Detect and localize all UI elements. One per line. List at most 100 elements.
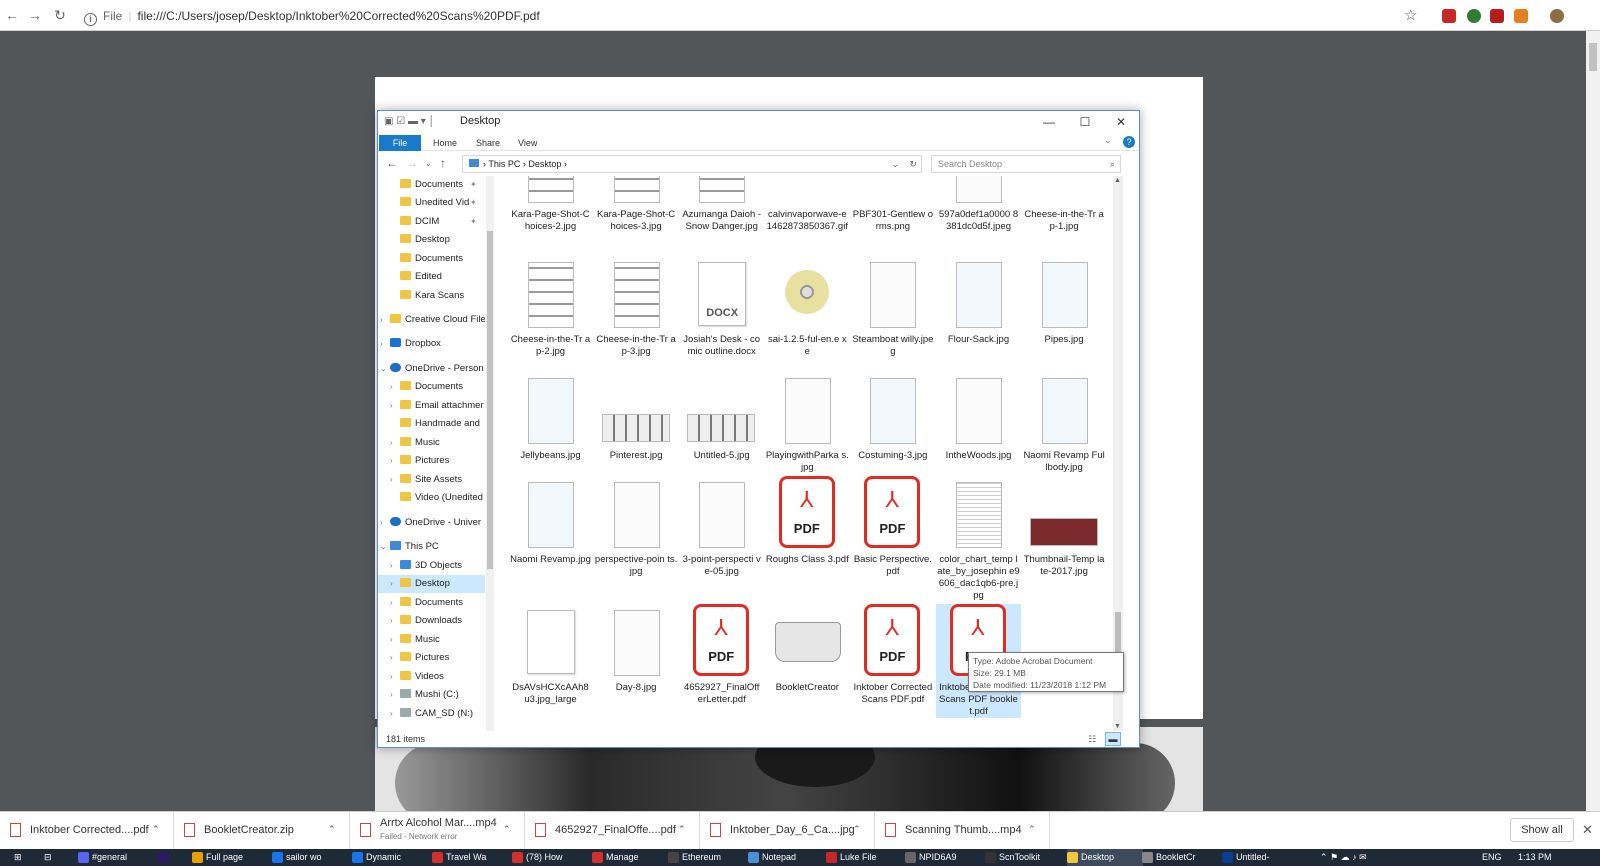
taskbar-item[interactable]: Travel Wa — [432, 849, 508, 866]
nav-item[interactable]: Video (Unedited — [378, 489, 485, 507]
nav-item[interactable]: › 3D Objects — [378, 557, 485, 575]
nav-item[interactable]: ⌄ OneDrive - Person — [378, 360, 485, 378]
file-item[interactable]: ⅄ PDF Roughs Class 3.pdf — [765, 476, 850, 566]
up-icon[interactable]: ↑ — [440, 156, 446, 170]
download-menu-chevron-icon[interactable]: ⌃ — [1028, 824, 1036, 835]
expand-chevron-icon[interactable]: ⌄ — [380, 360, 390, 378]
forward-icon[interactable]: → — [27, 7, 43, 23]
taskbar-item[interactable]: Ethereum — [668, 849, 744, 866]
expand-chevron-icon[interactable]: › — [390, 378, 400, 396]
file-item[interactable]: Jellybeans.jpg — [508, 372, 593, 462]
file-item[interactable]: DsAVsHCXcAAh8 u3.jpg_large — [508, 604, 593, 706]
nav-item[interactable]: ⌄ This PC — [378, 538, 485, 556]
help-icon[interactable]: ? — [1123, 136, 1135, 148]
expand-chevron-icon[interactable]: › — [390, 575, 400, 593]
download-item[interactable]: 4652927_FinalOffe....pdf ⌃ — [525, 812, 700, 850]
taskbar-item[interactable]: NPID6A9 — [905, 849, 981, 866]
nav-item[interactable]: Unedited Vid ✦ — [378, 194, 485, 212]
tab-file[interactable]: File — [379, 135, 421, 151]
file-item[interactable]: Kara-Page-Shot-Choices-3.jpg — [594, 176, 679, 233]
extension-icon-ublock[interactable] — [1490, 9, 1504, 23]
file-item[interactable]: Costuming-3.jpg — [850, 372, 935, 462]
expand-chevron-icon[interactable]: › — [390, 557, 400, 575]
download-item[interactable]: Inktober Corrected....pdf ⌃ — [0, 812, 174, 850]
expand-chevron-icon[interactable]: › — [390, 471, 400, 489]
file-item[interactable]: sai-1.2.5-ful-en.e xe — [765, 256, 850, 358]
nav-item[interactable]: › CAM_SD (N:) — [378, 705, 485, 723]
nav-item[interactable]: › Mushi (C:) — [378, 686, 485, 704]
details-view-icon[interactable]: ☷ — [1088, 731, 1096, 747]
expand-chevron-icon[interactable]: › — [390, 631, 400, 649]
task-view-icon[interactable]: ⊟ — [44, 849, 52, 866]
file-item[interactable]: Pipes.jpg — [1022, 256, 1107, 346]
nav-item[interactable]: › Site Assets — [378, 471, 485, 489]
breadcrumb-this-pc[interactable]: This PC — [488, 159, 520, 169]
taskbar-item[interactable]: Full page — [192, 849, 268, 866]
file-item[interactable]: IntheWoods.jpg — [936, 372, 1021, 462]
taskbar-item[interactable]: Luke File — [826, 849, 902, 866]
file-item[interactable]: Thumbnail-Temp late-2017.jpg — [1022, 476, 1107, 578]
taskbar-item[interactable]: #general — [78, 849, 154, 866]
breadcrumb-desktop[interactable]: Desktop — [528, 159, 561, 169]
nav-item[interactable]: › Documents — [378, 378, 485, 396]
extension-icon-lastpass[interactable] — [1442, 9, 1456, 23]
expand-chevron-icon[interactable]: › — [380, 311, 390, 329]
ribbon-expand-icon[interactable]: ⌄ — [1104, 135, 1112, 146]
expand-chevron-icon[interactable]: › — [390, 397, 400, 415]
show-all-button[interactable]: Show all — [1510, 818, 1574, 842]
file-item[interactable]: Pinterest.jpg — [594, 372, 679, 462]
back-icon[interactable]: ← — [386, 156, 398, 170]
address-bar[interactable]: i File | file:///C:/Users/josep/Desktop/Ink… — [84, 6, 1410, 26]
nav-item[interactable]: Kara Scans — [378, 287, 485, 305]
nav-item[interactable]: › OneDrive - Univer — [378, 514, 485, 532]
file-item[interactable]: ⅄ PDF Inktober Corrected Scans PDF.pdf — [850, 604, 935, 706]
input-language[interactable]: ENG — [1482, 849, 1502, 866]
nav-item[interactable]: › Documents — [378, 594, 485, 612]
taskbar-item[interactable]: Desktop — [1067, 849, 1143, 866]
breadcrumb[interactable]: › This PC › Desktop › ⌄ ↻ — [462, 155, 922, 173]
file-item[interactable]: calvinvaporwave-e1462873850367.gif — [765, 176, 850, 233]
nav-item[interactable]: › Email attachmer — [378, 397, 485, 415]
nav-item[interactable]: Desktop — [378, 231, 485, 249]
bookmark-star-icon[interactable]: ☆ — [1404, 6, 1417, 24]
nav-item[interactable]: › Pictures — [378, 649, 485, 667]
expand-chevron-icon[interactable]: › — [390, 452, 400, 470]
taskbar-item[interactable]: Manage — [592, 849, 668, 866]
nav-item[interactable]: Handmade and — [378, 415, 485, 433]
file-item[interactable]: Naomi Revamp.jpg — [508, 476, 593, 566]
taskbar-item[interactable]: Untitled- — [1222, 849, 1298, 866]
search-input[interactable]: Search Desktop ⌕ — [931, 155, 1121, 173]
file-item[interactable]: Cheese-in-the-Tr ap-1.jpg — [1022, 176, 1107, 233]
expand-chevron-icon[interactable]: › — [390, 612, 400, 630]
file-item[interactable]: perspective-poin ts.jpg — [594, 476, 679, 578]
nav-item[interactable]: › Creative Cloud File — [378, 311, 485, 329]
refresh-icon[interactable]: ↻ — [909, 156, 917, 172]
taskbar-item[interactable]: BookletCr — [1142, 849, 1218, 866]
expand-chevron-icon[interactable]: › — [390, 594, 400, 612]
forward-icon[interactable]: → — [406, 156, 418, 170]
file-item[interactable]: 3-point-perspecti ve-05.jpg — [679, 476, 764, 578]
file-item[interactable]: color_chart_temp late_by_josephin e9606_… — [936, 476, 1021, 602]
file-item[interactable]: PlayingwithParka s.jpg — [765, 372, 850, 474]
file-item[interactable]: DOCX Josiah's Desk - comic outline.docx — [679, 256, 764, 358]
minimize-button[interactable]: — — [1031, 111, 1067, 133]
download-menu-chevron-icon[interactable]: ⌃ — [328, 824, 336, 835]
path-dropdown-icon[interactable]: ⌄ — [891, 156, 899, 172]
quick-access-toolbar-icons[interactable]: ▣ ☑ ▬ ▾ │ — [384, 116, 435, 127]
file-item[interactable]: Steamboat willy.jpeg — [850, 256, 935, 358]
file-item[interactable]: Cheese-in-the-Tr ap-2.jpg — [508, 256, 593, 358]
download-menu-chevron-icon[interactable]: ⌃ — [853, 824, 861, 835]
file-item[interactable]: 597a0def1a0000 8381dc0d5f.jpeg — [936, 176, 1021, 233]
profile-avatar[interactable] — [1550, 9, 1564, 23]
close-downloads-icon[interactable]: ✕ — [1582, 822, 1593, 838]
file-item[interactable]: Day-8.jpg — [594, 604, 679, 694]
nav-item[interactable]: › Pictures — [378, 452, 485, 470]
file-item[interactable]: Naomi Revamp Fullbody.jpg — [1022, 372, 1107, 474]
file-item[interactable]: Cheese-in-the-Tr ap-3.jpg — [594, 256, 679, 358]
download-item[interactable]: Inktober_Day_6_Ca....jpg ⌃ — [700, 812, 875, 850]
tab-share[interactable]: Share — [466, 135, 510, 151]
extension-icon-metamask[interactable] — [1514, 9, 1528, 23]
file-item[interactable]: PBF301-Gentlew orms.png — [850, 176, 935, 233]
expand-chevron-icon[interactable]: › — [390, 668, 400, 686]
nav-item[interactable]: Edited — [378, 268, 485, 286]
